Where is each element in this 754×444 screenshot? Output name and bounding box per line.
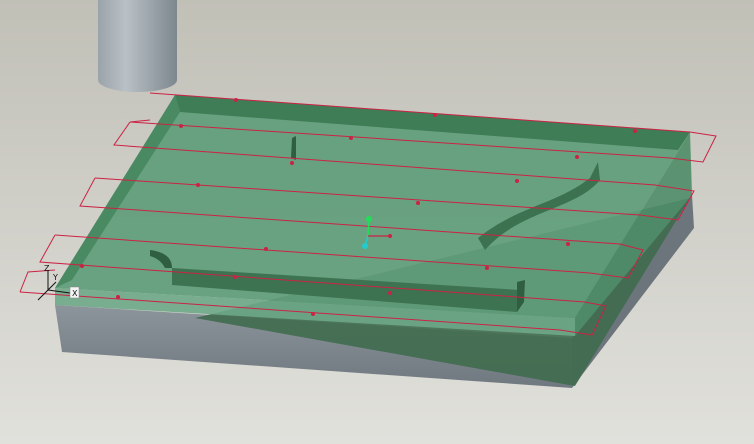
path-arrow <box>633 129 637 133</box>
path-arrow <box>311 312 315 316</box>
path-arrow <box>566 242 570 246</box>
axis-y-label: Y <box>52 273 58 282</box>
path-arrow <box>433 113 437 117</box>
path-arrow <box>515 179 519 183</box>
path-arrow <box>349 136 353 140</box>
path-arrow <box>416 201 420 205</box>
model-viewport[interactable]: Z Y X <box>0 0 754 444</box>
path-arrow <box>80 264 84 268</box>
axis-x-label: X <box>72 289 78 298</box>
path-arrow <box>234 98 238 102</box>
tool-tip <box>98 68 177 92</box>
axis-z-label: Z <box>44 264 50 273</box>
path-arrow <box>575 155 579 159</box>
path-arrow <box>196 183 200 187</box>
path-arrow <box>179 124 183 128</box>
path-arrow <box>485 266 489 270</box>
path-arrow <box>388 291 392 295</box>
path-arrow <box>116 295 120 299</box>
path-arrow <box>290 161 294 165</box>
3d-scene[interactable]: Z Y X <box>0 0 754 444</box>
path-arrow <box>264 247 268 251</box>
cutter-tool[interactable] <box>98 0 177 92</box>
toolpath-rim-back <box>129 119 151 123</box>
path-arrow <box>233 275 237 279</box>
